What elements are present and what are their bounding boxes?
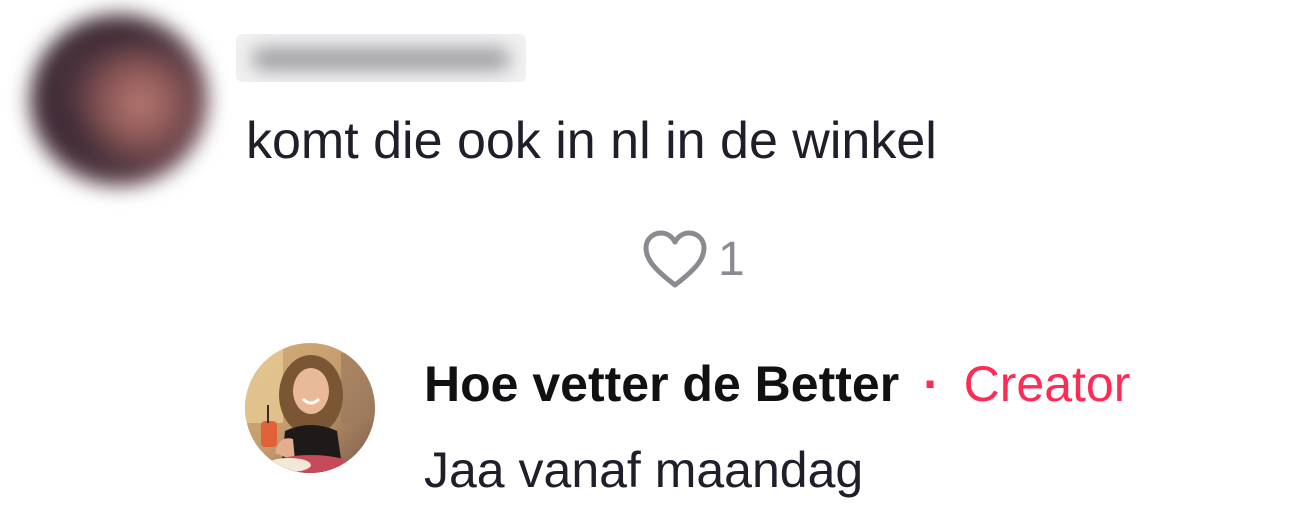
creator-name[interactable]: Hoe vetter de Better xyxy=(424,356,899,412)
reply-header: Hoe vetter de Better · Creator xyxy=(424,354,1130,414)
creator-avatar-image xyxy=(245,343,375,473)
like-count: 1 xyxy=(718,233,745,286)
creator-avatar[interactable] xyxy=(245,343,375,473)
commenter-avatar[interactable] xyxy=(30,14,208,186)
username-blur-mask xyxy=(252,48,510,70)
heart-icon[interactable] xyxy=(642,230,708,290)
like-button[interactable]: 1 xyxy=(642,230,745,290)
reply-text: Jaa vanaf maandag xyxy=(424,442,864,498)
comment-text: komt die ook in nl in de winkel xyxy=(246,112,937,170)
separator-dot: · xyxy=(923,356,940,412)
commenter-username-redacted[interactable] xyxy=(236,34,526,82)
creator-badge: Creator xyxy=(963,356,1131,412)
